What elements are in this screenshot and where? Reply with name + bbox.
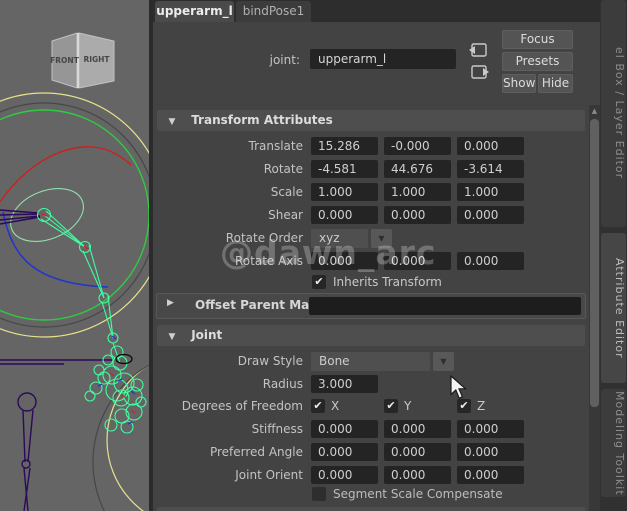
focus-button[interactable]: Focus [502,30,573,49]
manipulator-red-ring[interactable] [0,146,132,203]
scale-x-field[interactable]: 1.000 [311,183,378,201]
offset-parent-matrix-section[interactable]: ▶ Offset Parent Matrix [156,293,586,319]
next-section-header-partial[interactable] [157,507,585,511]
dof-z-label: Z [477,399,486,413]
draw-style-select[interactable]: Bone [311,352,430,371]
shear-x-field[interactable]: 0.000 [311,206,378,224]
maya-window: FRONT RIGHT upperarm_l bindPose1 joint: … [0,0,627,511]
stiffness-x-field[interactable]: 0.000 [311,420,378,438]
right-dock-tab-strip: el Box / Layer Editor Attribute Editor M… [600,0,627,511]
joint-orient-z-field[interactable]: 0.000 [457,466,524,484]
joint-section-title: Joint [191,328,223,342]
collapse-arrow-icon: ▼ [168,117,176,127]
stiffness-z-field[interactable]: 0.000 [457,420,524,438]
degrees-of-freedom-label: Degrees of Freedom [181,399,303,413]
transform-attributes-header[interactable]: ▼ Transform Attributes [157,110,585,131]
viewport-canvas[interactable]: FRONT RIGHT [0,0,149,511]
translate-z-field[interactable]: 0.000 [457,137,524,155]
shear-row: Shear 0.000 0.000 0.000 [153,206,585,225]
scale-z-field[interactable]: 1.000 [457,183,524,201]
rotate-label: Rotate [263,162,303,176]
rotate-axis-z-field[interactable]: 0.000 [457,252,524,270]
shear-z-field[interactable]: 0.000 [457,206,524,224]
degrees-of-freedom-row: Degrees of Freedom X Y Z [153,398,585,414]
copy-tab-icon[interactable] [468,63,490,81]
dof-y-label: Y [404,399,412,413]
preferred-angle-x-field[interactable]: 0.000 [311,443,378,461]
viewcube[interactable]: FRONT RIGHT [50,32,115,89]
stiffness-label: Stiffness [251,422,303,436]
mouse-cursor [450,375,468,399]
hide-button[interactable]: Hide [538,74,573,93]
dof-x-label: X [331,399,340,413]
draw-style-label: Draw Style [237,354,303,368]
joint-name-label: joint: [269,53,300,67]
viewcube-front-label: FRONT [50,56,80,65]
preferred-angle-y-field[interactable]: 0.000 [384,443,451,461]
offset-parent-matrix-field[interactable] [309,297,581,315]
stiffness-row: Stiffness 0.000 0.000 0.000 [153,420,585,439]
translate-y-field[interactable]: -0.000 [384,137,451,155]
scale-row: Scale 1.000 1.000 1.000 [153,183,585,202]
presets-button[interactable]: Presets [502,52,573,71]
radius-field[interactable]: 3.000 [311,375,378,393]
expand-arrow-icon: ▶ [167,298,174,308]
inherits-transform-checkbox[interactable] [312,275,326,289]
shear-y-field[interactable]: 0.000 [384,206,451,224]
rotate-y-field[interactable]: 44.676 [384,160,451,178]
joint-section-header[interactable]: ▼ Joint [157,325,585,346]
radius-row: Radius 3.000 [153,375,585,394]
viewcube-right-label: RIGHT [83,55,110,64]
joint-orient-label: Joint Orient [235,468,303,482]
translate-label: Translate [248,139,304,153]
transform-attributes-title: Transform Attributes [191,113,333,127]
rotate-z-field[interactable]: -3.614 [457,160,524,178]
radius-label: Radius [262,377,303,391]
stiffness-y-field[interactable]: 0.000 [384,420,451,438]
joint-orient-x-field[interactable]: 0.000 [311,466,378,484]
preferred-angle-z-field[interactable]: 0.000 [457,443,524,461]
rotate-x-field[interactable]: -4.581 [311,160,378,178]
manipulator-blue-ring[interactable] [2,211,109,288]
scrollbar-up-icon[interactable]: ▲ [589,105,600,118]
select-node-icon[interactable] [468,41,490,59]
segment-scale-compensate-label: Segment Scale Compensate [333,487,503,501]
tab-bindpose1[interactable]: bindPose1 [236,1,311,22]
scrollbar-thumb[interactable] [590,119,599,407]
draw-style-dropdown-icon[interactable]: ▼ [433,352,454,371]
scale-label: Scale [270,185,303,199]
segment-scale-compensate-checkbox[interactable] [312,487,326,501]
rotate-row: Rotate -4.581 44.676 -3.614 [153,160,585,179]
tab-upperarm-l[interactable]: upperarm_l [155,1,234,22]
tab-channel-box-layer-editor[interactable]: el Box / Layer Editor [601,0,626,227]
joint-orient-y-field[interactable]: 0.000 [384,466,451,484]
tab-attribute-editor[interactable]: Attribute Editor [601,233,626,383]
viewport-panel[interactable]: FRONT RIGHT [0,0,149,511]
scale-y-field[interactable]: 1.000 [384,183,451,201]
show-button[interactable]: Show [502,74,536,93]
preferred-angle-row: Preferred Angle 0.000 0.000 0.000 [153,443,585,462]
translate-row: Translate 15.286 -0.000 0.000 [153,137,585,156]
skeleton-selected-joint-chain[interactable] [36,207,147,434]
draw-style-row: Draw Style Bone ▼ [153,352,585,371]
dof-z-checkbox[interactable] [457,399,471,413]
collapse-arrow-icon: ▼ [168,332,176,342]
dof-x-checkbox[interactable] [311,399,325,413]
dof-y-checkbox[interactable] [384,399,398,413]
watermark: @dawn_arc [220,233,437,272]
node-tab-bar: upperarm_l bindPose1 [153,0,600,22]
inherits-transform-label: Inherits Transform [333,275,442,289]
skeleton-unselected[interactable] [0,209,113,511]
translate-x-field[interactable]: 15.286 [311,137,378,155]
preferred-angle-label: Preferred Angle [209,445,303,459]
tab-modeling-toolkit[interactable]: Modeling Toolkit [601,389,626,497]
panel-scrollbar[interactable]: ▲ [589,105,600,511]
joint-name-field[interactable]: upperarm_l [310,49,456,69]
joint-orient-row: Joint Orient 0.000 0.000 0.000 [153,466,585,485]
shear-label: Shear [268,208,303,222]
